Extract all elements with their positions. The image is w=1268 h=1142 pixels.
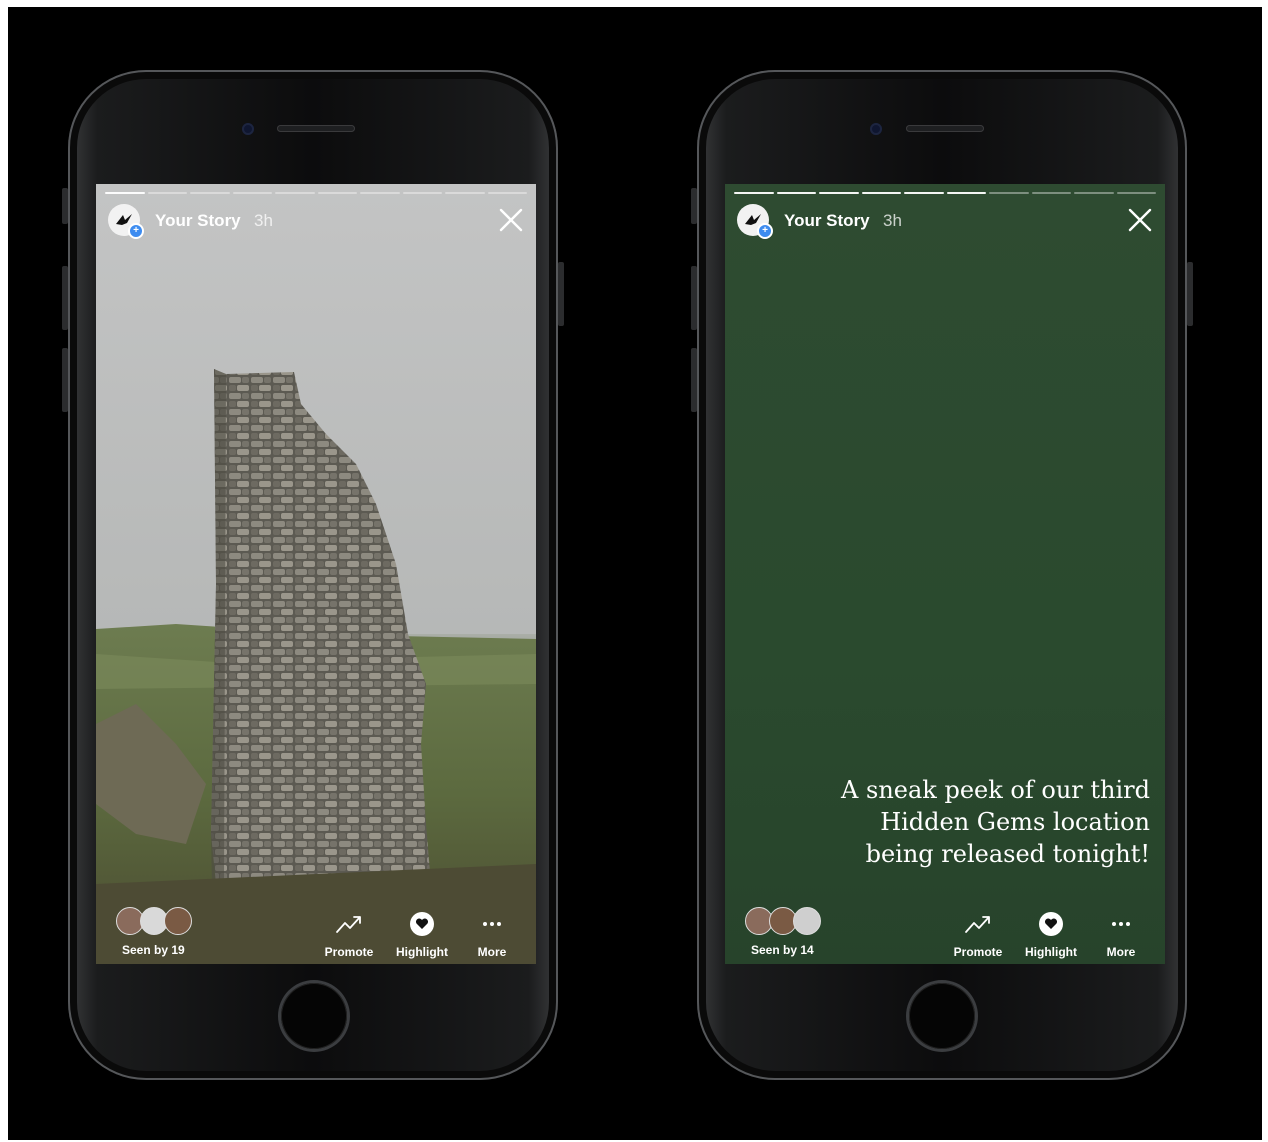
progress-segment <box>946 192 986 194</box>
mute-switch <box>691 188 697 224</box>
progress-segment <box>190 192 230 194</box>
story-timestamp: 3h <box>254 211 273 230</box>
progress-segment <box>232 192 272 194</box>
story-owner-title[interactable]: Your Story <box>784 211 870 231</box>
power-button <box>558 262 564 326</box>
progress-segment <box>1031 192 1071 194</box>
progress-segment <box>861 192 901 194</box>
phone-right: + Your Story 3h A sneak peek of our thir… <box>691 70 1193 1080</box>
progress-segment <box>904 192 944 194</box>
story-header: + Your Story 3h <box>737 204 1153 239</box>
add-badge-icon[interactable]: + <box>757 223 773 239</box>
progress-segment <box>1116 192 1156 194</box>
profile-avatar[interactable]: + <box>737 204 773 239</box>
progress-segment <box>445 192 485 194</box>
story-progress-bar <box>734 192 1156 195</box>
highlight-button[interactable]: Highlight <box>390 912 454 959</box>
viewer-avatars[interactable] <box>116 907 206 937</box>
story-owner-title[interactable]: Your Story <box>155 211 241 231</box>
more-button[interactable]: More <box>460 912 524 959</box>
front-camera <box>242 123 254 135</box>
promote-icon <box>965 916 990 933</box>
highlight-icon <box>1039 912 1063 936</box>
progress-segment <box>317 192 357 194</box>
close-icon[interactable] <box>498 207 524 233</box>
promote-icon <box>336 916 361 933</box>
viewer-avatar <box>164 907 192 935</box>
story-screen-right: + Your Story 3h A sneak peek of our thir… <box>725 184 1165 964</box>
promote-label: Promote <box>324 945 374 959</box>
volume-up-button <box>691 266 697 330</box>
promote-button[interactable]: Promote <box>317 912 381 959</box>
seen-by-label[interactable]: Seen by 19 <box>122 943 185 957</box>
volume-down-button <box>691 348 697 412</box>
more-icon <box>1112 922 1130 926</box>
ruin-photo <box>96 184 536 964</box>
volume-up-button <box>62 266 68 330</box>
story-caption: A sneak peek of our third Hidden Gems lo… <box>841 776 1150 868</box>
story-screen-left: + Your Story 3h Seen by 19 Promote Highl… <box>96 184 536 964</box>
progress-segment <box>487 192 527 194</box>
viewer-avatars[interactable] <box>745 907 835 937</box>
progress-segment <box>105 192 145 194</box>
progress-segment <box>819 192 859 194</box>
promote-button[interactable]: Promote <box>946 912 1010 959</box>
story-progress-bar <box>105 192 527 195</box>
story-bottom-bar: Seen by 19 Promote Highlight More <box>96 898 536 964</box>
progress-segment <box>275 192 315 194</box>
close-icon[interactable] <box>1127 207 1153 233</box>
progress-segment <box>989 192 1029 194</box>
more-icon <box>483 922 501 926</box>
story-timestamp: 3h <box>883 211 902 230</box>
promote-label: Promote <box>953 945 1003 959</box>
more-button[interactable]: More <box>1089 912 1153 959</box>
more-label: More <box>1106 945 1136 959</box>
story-bottom-bar: Seen by 14 Promote Highlight More <box>725 898 1165 964</box>
earpiece-speaker <box>277 125 355 132</box>
volume-down-button <box>62 348 68 412</box>
add-badge-icon[interactable]: + <box>128 223 144 239</box>
highlight-label: Highlight <box>1025 945 1077 959</box>
seen-by-label[interactable]: Seen by 14 <box>751 943 814 957</box>
progress-segment <box>147 192 187 194</box>
progress-segment <box>360 192 400 194</box>
highlight-icon <box>410 912 434 936</box>
more-label: More <box>477 945 507 959</box>
highlight-button[interactable]: Highlight <box>1019 912 1083 959</box>
power-button <box>1187 262 1193 326</box>
progress-segment <box>776 192 816 194</box>
phone-left: + Your Story 3h Seen by 19 Promote Highl… <box>62 70 564 1080</box>
earpiece-speaker <box>906 125 984 132</box>
profile-avatar[interactable]: + <box>108 204 144 239</box>
progress-segment <box>402 192 442 194</box>
progress-segment <box>1074 192 1114 194</box>
mute-switch <box>62 188 68 224</box>
home-button[interactable] <box>909 983 975 1049</box>
home-button[interactable] <box>281 983 347 1049</box>
viewer-avatar <box>793 907 821 935</box>
highlight-label: Highlight <box>396 945 448 959</box>
story-header: + Your Story 3h <box>108 204 524 239</box>
front-camera <box>870 123 882 135</box>
progress-segment <box>734 192 774 194</box>
